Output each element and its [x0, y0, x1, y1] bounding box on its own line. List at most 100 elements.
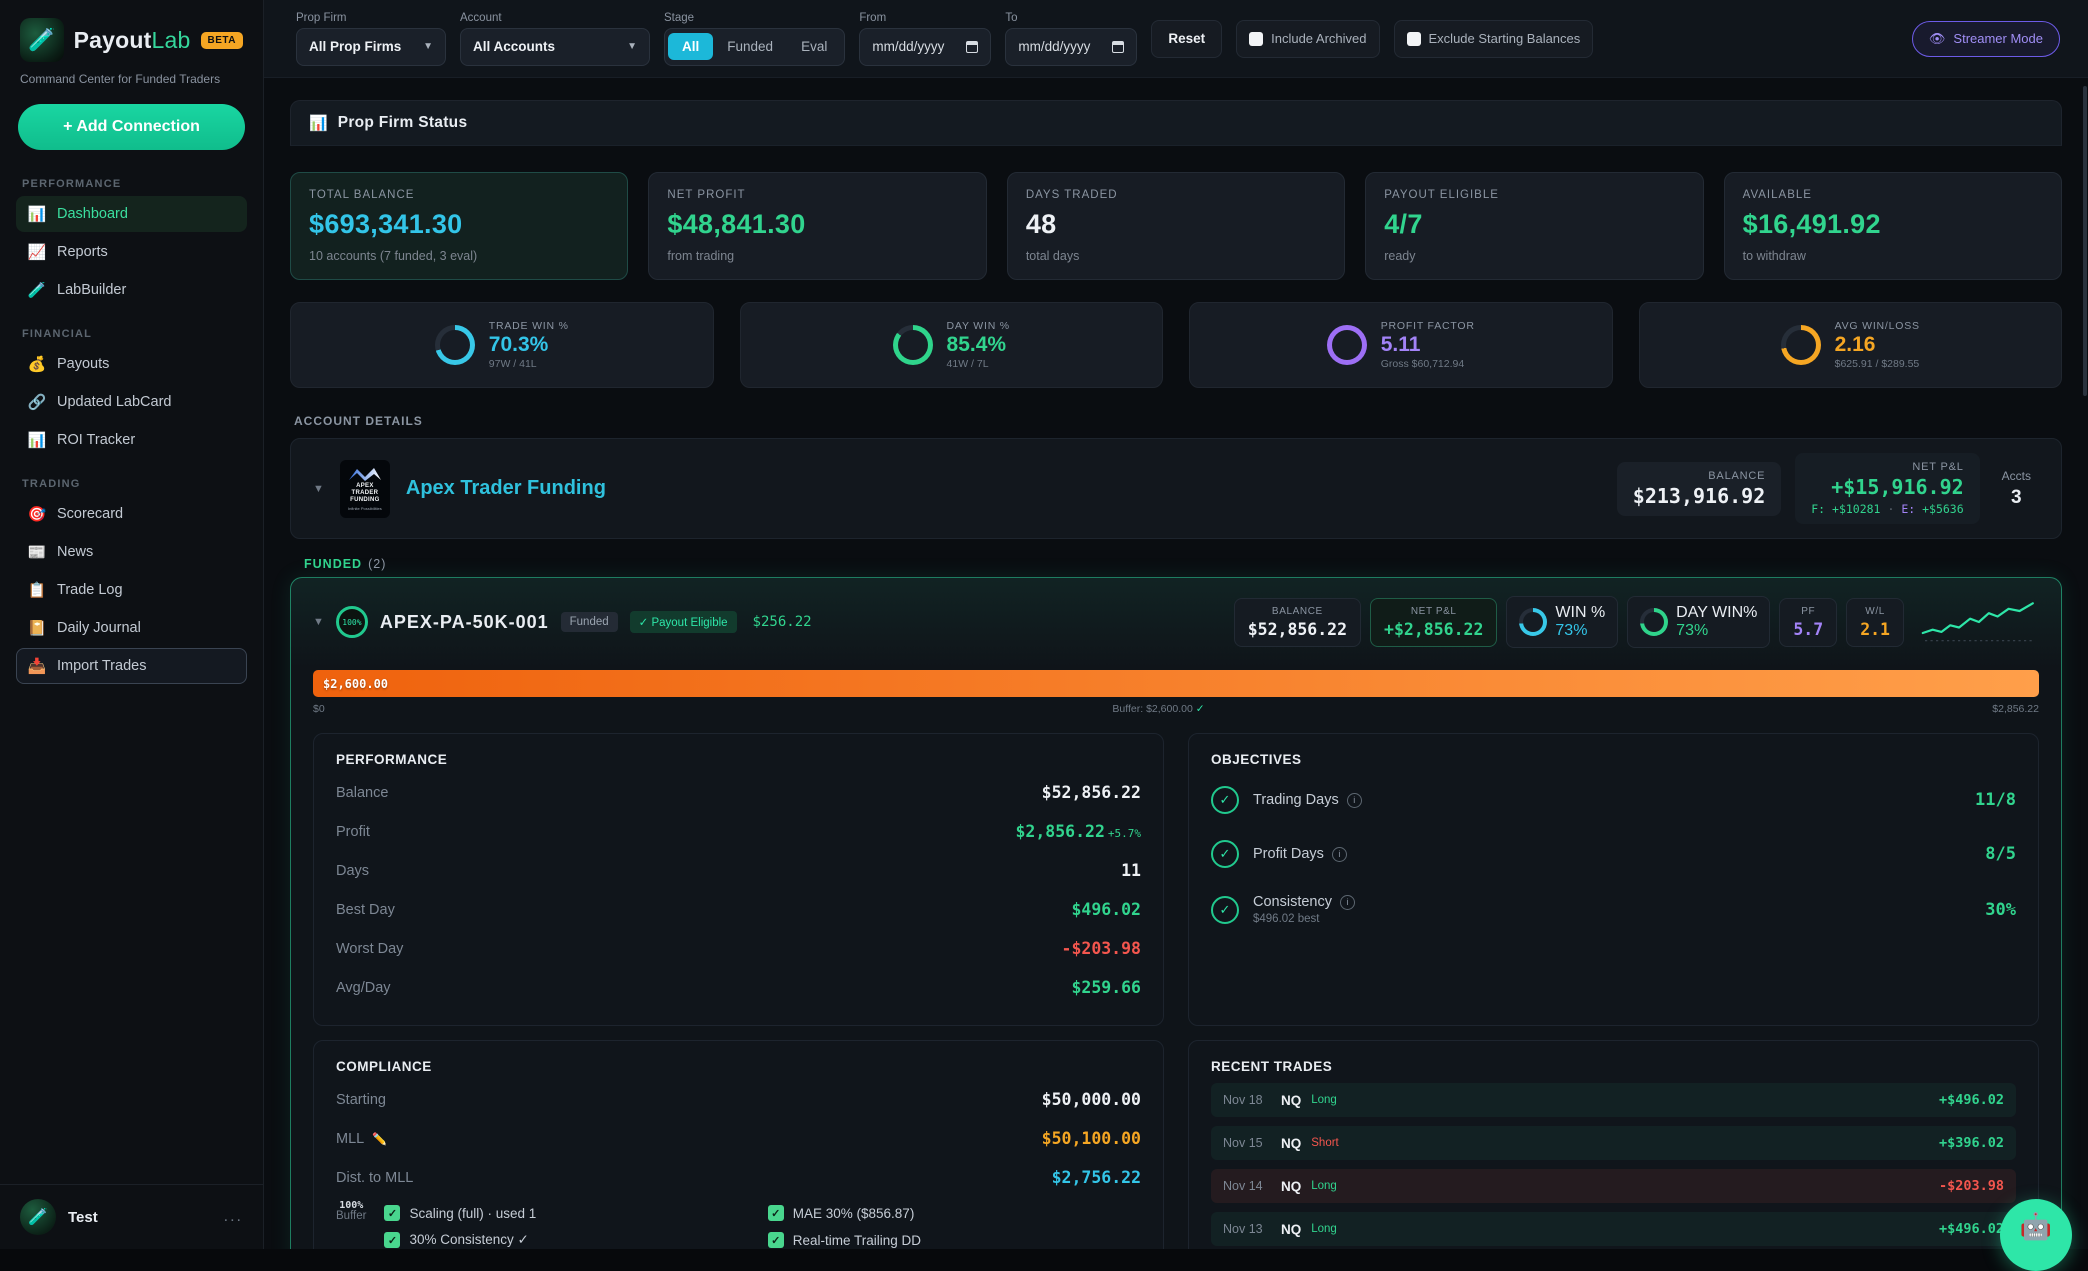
status-card: TOTAL BALANCE$693,341.3010 accounts (7 f… — [290, 172, 628, 280]
stage-option-all[interactable]: All — [668, 33, 713, 60]
info-icon[interactable]: i — [1332, 847, 1347, 862]
user-name: Test — [68, 1209, 212, 1226]
user-row[interactable]: 🧪 Test ... — [0, 1184, 263, 1249]
gauge-ring — [1781, 325, 1821, 365]
performance-row-label: Avg/Day — [336, 980, 391, 996]
chat-assistant-button[interactable]: 🤖 — [2000, 1199, 2072, 1271]
performance-row-label: Best Day — [336, 902, 395, 918]
objective-row: ✓Consistency i$496.02 best30% — [1211, 881, 2016, 938]
info-icon[interactable]: i — [1340, 895, 1355, 910]
wl-stat-value: 2.1 — [1860, 620, 1890, 639]
balance-stat-label: BALANCE — [1248, 606, 1347, 617]
account-card: ▼ 100% APEX-PA-50K-001 Funded ✓ Payout E… — [290, 577, 2062, 1249]
add-connection-button[interactable]: + Add Connection — [18, 104, 245, 150]
gauge-sub: 41W / 7L — [947, 358, 1010, 370]
stage-option-eval[interactable]: Eval — [787, 33, 841, 60]
performance-row: Avg/Day$259.66 — [336, 968, 1141, 1007]
compliance-check-label: Real-time Trailing DD — [793, 1233, 921, 1248]
scrollbar[interactable] — [2082, 78, 2088, 1249]
sidebar-item-import-trades[interactable]: 📥Import Trades — [16, 648, 247, 684]
eval-split-key: E: — [1901, 502, 1915, 516]
sidebar-item-trade-log[interactable]: 📋Trade Log — [16, 572, 247, 608]
compliance-row: Starting$50,000.00 — [336, 1080, 1141, 1119]
compliance-check-item: ✓Scaling (full) · used 1 — [384, 1205, 757, 1221]
objective-value: 11/8 — [1975, 790, 2016, 810]
scrollbar-thumb[interactable] — [2083, 86, 2087, 396]
status-card: AVAILABLE$16,491.92to withdraw — [1724, 172, 2062, 280]
split-dot: · — [1887, 502, 1894, 516]
wl-stat-label: W/L — [1860, 606, 1890, 617]
firm-row[interactable]: ▼ APEX TRADER FUNDING Infinite Possibili… — [290, 438, 2062, 539]
from-date-input[interactable]: mm/dd/yyyy — [859, 28, 991, 66]
trade-row[interactable]: Nov 13NQLong+$496.02 — [1211, 1212, 2016, 1246]
sidebar-item-scorecard[interactable]: 🎯Scorecard — [16, 496, 247, 532]
compliance-check-item: ✓MAE 30% ($856.87) — [768, 1205, 1141, 1221]
trade-row[interactable]: Nov 14NQLong-$203.98 — [1211, 1169, 2016, 1203]
progress-ring-badge: 100% — [336, 606, 368, 638]
objective-sub: $496.02 best — [1253, 913, 1355, 925]
compliance-rows: Starting$50,000.00MLL ✏️$50,100.00Dist. … — [336, 1080, 1141, 1197]
objectives-title: OBJECTIVES — [1211, 752, 2016, 767]
trade-amount: +$496.02 — [1939, 1221, 2004, 1237]
collapse-caret-icon[interactable]: ▼ — [313, 483, 324, 495]
to-date-input[interactable]: mm/dd/yyyy — [1005, 28, 1137, 66]
info-icon[interactable]: i — [1347, 793, 1362, 808]
prop-firm-status-header: 📊 Prop Firm Status — [290, 100, 2062, 146]
checked-checkbox-icon: ✓ — [768, 1232, 784, 1248]
payout-eligible-badge: ✓ Payout Eligible — [630, 611, 737, 633]
performance-row-label: Profit — [336, 824, 370, 840]
status-card-sub: to withdraw — [1743, 249, 2043, 263]
gauge-label: AVG WIN/LOSS — [1835, 320, 1920, 332]
sidebar-item-roi-tracker[interactable]: 📊ROI Tracker — [16, 422, 247, 458]
pf-stat-value: 5.7 — [1793, 620, 1823, 639]
checkbox-icon — [1407, 32, 1421, 46]
gauge-label: DAY WIN % — [947, 320, 1010, 332]
prop-firm-select[interactable]: All Prop Firms ▼ — [296, 28, 446, 66]
compliance-row: MLL ✏️$50,100.00 — [336, 1119, 1141, 1158]
sidebar-item-news[interactable]: 📰News — [16, 534, 247, 570]
streamer-mode-button[interactable]: 👁 Streamer Mode — [1912, 21, 2060, 57]
compliance-row-label: MLL ✏️ — [336, 1131, 387, 1147]
trade-row[interactable]: Nov 18NQLong+$496.02 — [1211, 1083, 2016, 1117]
sidebar-item-daily-journal[interactable]: 📔Daily Journal — [16, 610, 247, 646]
reset-button[interactable]: Reset — [1151, 20, 1222, 58]
sidebar-item-dashboard[interactable]: 📊Dashboard — [16, 196, 247, 232]
gauge-ring — [1327, 325, 1367, 365]
compliance-check-label: Scaling (full) · used 1 — [409, 1206, 536, 1221]
account-name: APEX-PA-50K-001 — [380, 612, 549, 633]
edit-pencil-icon[interactable]: ✏️ — [372, 1132, 387, 1146]
checked-checkbox-icon: ✓ — [384, 1232, 400, 1248]
trade-date: Nov 13 — [1223, 1222, 1271, 1236]
nav-section-label: PERFORMANCE — [22, 178, 241, 190]
compliance-title: COMPLIANCE — [336, 1059, 1141, 1074]
sidebar-item-labbuilder[interactable]: 🧪LabBuilder — [16, 272, 247, 308]
checks-column-2: ✓MAE 30% ($856.87) ✓ Real-time Trailing DD — [768, 1205, 1141, 1249]
chevron-down-icon: ▼ — [423, 41, 433, 52]
sidebar-item-label: ROI Tracker — [57, 432, 135, 448]
accts-value: 3 — [2002, 487, 2031, 509]
funded-label: FUNDED — [304, 557, 362, 571]
account-card-header[interactable]: ▼ 100% APEX-PA-50K-001 Funded ✓ Payout E… — [291, 578, 2061, 662]
sidebar-item-label: Daily Journal — [57, 620, 141, 636]
pf-stat-box: PF 5.7 — [1779, 598, 1837, 647]
from-date-value: mm/dd/yyyy — [872, 39, 944, 54]
objective-label: Consistency i — [1253, 894, 1355, 910]
collapse-caret-icon[interactable]: ▼ — [313, 616, 324, 628]
gauge-ring — [435, 325, 475, 365]
trade-row[interactable]: Nov 15NQShort+$396.02 — [1211, 1126, 2016, 1160]
sidebar-item-updated-labcard[interactable]: 🔗Updated LabCard — [16, 384, 247, 420]
stage-option-funded[interactable]: Funded — [713, 33, 787, 60]
sidebar-item-payouts[interactable]: 💰Payouts — [16, 346, 247, 382]
performance-row-value: -$203.98 — [1062, 939, 1141, 958]
to-date-value: mm/dd/yyyy — [1018, 39, 1090, 54]
prop-firm-label: Prop Firm — [296, 12, 446, 24]
exclude-starting-balances-checkbox[interactable]: Exclude Starting Balances — [1394, 20, 1594, 58]
progress-buffer-text: Buffer: $2,600.00 — [1112, 703, 1192, 715]
user-menu-button[interactable]: ... — [224, 1208, 243, 1226]
objective-value: 30% — [1985, 900, 2016, 920]
account-select[interactable]: All Accounts ▼ — [460, 28, 650, 66]
firm-summary: BALANCE $213,916.92 NET P&L +$15,916.92 … — [1617, 453, 2039, 524]
sidebar-item-reports[interactable]: 📈Reports — [16, 234, 247, 270]
calendar-icon — [1112, 41, 1124, 53]
include-archived-checkbox[interactable]: Include Archived — [1236, 20, 1379, 58]
